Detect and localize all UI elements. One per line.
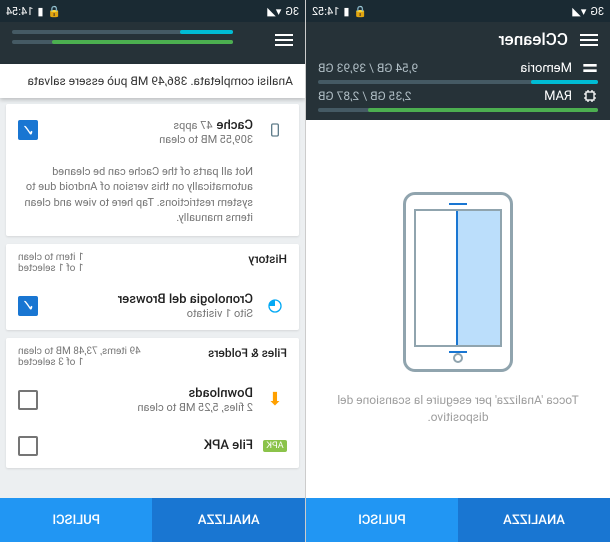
- clock: 14:54: [6, 5, 33, 18]
- app-header-compact: [0, 22, 305, 64]
- download-icon: ⬇: [263, 388, 287, 412]
- phone-illustration: [403, 192, 513, 372]
- status-bar: 3G▾◢ 14:54▮🔒: [0, 0, 305, 22]
- files-section: Files & Folders: [208, 346, 287, 368]
- ram-metric: RAM 2,35 GB / 2,87 GB: [318, 84, 598, 108]
- cache-card[interactable]: Cache 47 apps 309,55 MB to clean ✓ Not a…: [6, 104, 299, 236]
- device-icon: [263, 118, 287, 142]
- apk-icon: APK: [263, 434, 287, 458]
- net-label: 3G: [285, 5, 299, 18]
- apk-item[interactable]: APK File APK: [6, 424, 299, 468]
- results-list[interactable]: Cache 47 apps 309,55 MB to clean ✓ Not a…: [0, 98, 305, 498]
- downloads-checkbox[interactable]: [18, 390, 38, 410]
- analyze-button[interactable]: ANALIZZA: [458, 498, 610, 542]
- browser-checkbox[interactable]: ✓: [18, 296, 38, 316]
- memory-metric: Memoria 9,54 GB / 39,93 GB: [318, 56, 598, 80]
- history-card: History 1 item to clean1 of 1 selected C…: [6, 244, 299, 330]
- status-bar: 3G▾◢ 14:52▮🔒: [306, 0, 610, 22]
- screen-results: 3G▾◢ 14:54▮🔒 Analisi completata. 386,49 …: [0, 0, 305, 542]
- scan-placeholder: Tocca 'Analizza' per eseguire la scansio…: [306, 120, 610, 498]
- files-card: Files & Folders 49 items, 73,48 MB to cl…: [6, 338, 299, 468]
- cache-title: Cache: [217, 118, 253, 133]
- net-label: 3G: [590, 5, 604, 18]
- apk-checkbox[interactable]: [18, 436, 38, 456]
- clock: 14:52: [312, 5, 339, 18]
- history-section: History: [248, 252, 287, 274]
- bottom-bar: ANALIZZA PULISCI: [306, 498, 610, 542]
- chip-icon: [582, 88, 598, 104]
- analyze-button[interactable]: ANALIZZA: [153, 498, 306, 542]
- clean-button[interactable]: PULISCI: [0, 498, 153, 542]
- cache-checkbox[interactable]: ✓: [18, 120, 38, 140]
- app-header: CCleaner Memoria 9,54 GB / 39,93 GB RAM …: [306, 22, 610, 120]
- storage-icon: [582, 60, 598, 76]
- analysis-banner: Analisi completata. 386,49 MB può essere…: [0, 64, 305, 98]
- screen-home: 3G▾◢ 14:52▮🔒 CCleaner Memoria 9,54 GB / …: [305, 0, 610, 542]
- bottom-bar: ANALIZZA PULISCI: [0, 498, 305, 542]
- browser-icon: [263, 294, 287, 318]
- clean-button[interactable]: PULISCI: [306, 498, 458, 542]
- menu-icon[interactable]: [580, 34, 598, 46]
- app-title: CCleaner: [499, 30, 568, 50]
- browser-history-item[interactable]: Cronologia del Browser Sito 1 visitato ✓: [6, 282, 299, 330]
- cache-note[interactable]: Not all parts of the Cache can be cleane…: [6, 156, 299, 236]
- cache-sub: 309,55 MB to clean: [48, 133, 253, 146]
- menu-icon[interactable]: [275, 34, 293, 46]
- scan-hint: Tocca 'Analizza' per eseguire la scansio…: [326, 392, 590, 426]
- downloads-item[interactable]: ⬇ Downloads 2 files, 5,25 MB to clean: [6, 376, 299, 424]
